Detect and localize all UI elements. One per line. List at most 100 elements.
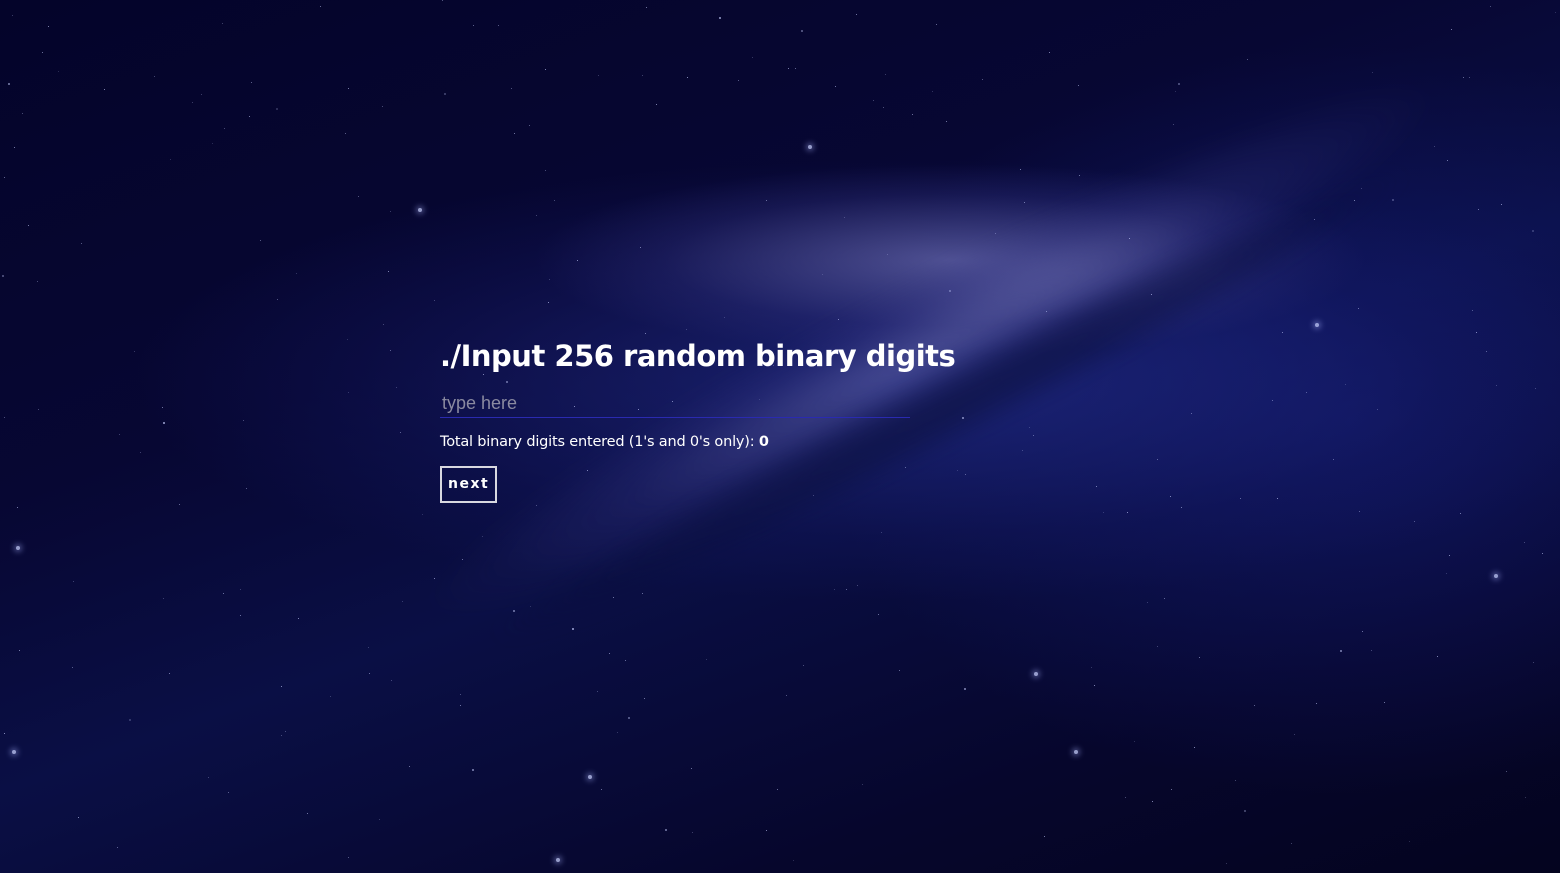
star (1449, 555, 1450, 556)
star (12, 15, 13, 16)
bright-star (1315, 323, 1319, 327)
star (645, 333, 646, 334)
star (1361, 188, 1362, 189)
star (881, 532, 882, 533)
star (946, 121, 947, 122)
star (1472, 310, 1473, 311)
binary-input-panel: ./Input 256 random binary digits Total b… (440, 336, 1140, 503)
star (642, 593, 643, 594)
bright-star (1494, 574, 1498, 578)
star (766, 200, 767, 201)
star (1486, 351, 1487, 352)
star (1525, 797, 1526, 798)
star (644, 698, 645, 699)
star (162, 407, 163, 408)
star (878, 614, 879, 615)
star (856, 14, 857, 15)
star (786, 695, 787, 696)
star (277, 299, 278, 300)
star (1359, 511, 1360, 512)
star (597, 691, 598, 692)
star (14, 147, 15, 148)
star (117, 847, 118, 848)
star (777, 789, 778, 790)
star (873, 100, 874, 101)
star (1354, 200, 1355, 201)
star (1079, 175, 1080, 176)
star (1306, 392, 1307, 393)
star (795, 68, 796, 69)
star (1094, 685, 1095, 686)
star (1164, 598, 1165, 599)
star (1532, 230, 1534, 232)
star (1377, 409, 1378, 410)
star (1294, 734, 1295, 735)
star (1314, 219, 1315, 220)
star (883, 107, 884, 108)
star (1226, 863, 1227, 864)
star (646, 7, 647, 8)
star (1291, 843, 1292, 844)
star (1157, 459, 1158, 460)
star (498, 25, 499, 26)
star (692, 832, 693, 833)
bright-star (1034, 672, 1038, 676)
star (1371, 650, 1372, 651)
star (1414, 521, 1415, 522)
star (949, 290, 951, 292)
star (1362, 631, 1363, 632)
star (1044, 836, 1045, 837)
star (1157, 646, 1158, 647)
next-button[interactable]: next (440, 466, 498, 503)
star (1127, 512, 1128, 513)
star (549, 279, 550, 280)
star (536, 215, 537, 216)
star (163, 422, 165, 424)
digit-counter-label: Total binary digits entered (1's and 0's… (440, 434, 755, 450)
star (81, 243, 82, 244)
star (838, 319, 839, 320)
star (1392, 199, 1394, 201)
star (1463, 77, 1464, 78)
star (347, 339, 348, 340)
star (1277, 498, 1278, 499)
star (1555, 12, 1556, 13)
star (434, 300, 435, 301)
digit-counter: Total binary digits entered (1's and 0's… (440, 434, 1140, 450)
star (1046, 311, 1047, 312)
binary-digits-input[interactable] (440, 392, 910, 417)
star (1451, 29, 1452, 30)
star (1129, 238, 1130, 239)
star (42, 52, 43, 53)
star (462, 559, 463, 560)
star (129, 719, 131, 721)
star (1244, 810, 1246, 812)
star (472, 769, 474, 771)
star (379, 819, 380, 820)
star (383, 324, 384, 325)
star (8, 83, 10, 85)
star (1447, 160, 1448, 161)
star (1247, 59, 1248, 60)
star (28, 225, 29, 226)
star (1151, 294, 1152, 295)
star (224, 128, 225, 129)
star (1078, 85, 1079, 86)
star (369, 673, 370, 674)
star (835, 86, 836, 87)
star (240, 615, 241, 616)
star (1091, 667, 1092, 668)
star (1125, 797, 1126, 798)
star (276, 108, 278, 110)
star (1434, 146, 1435, 147)
star (4, 417, 5, 418)
star (887, 254, 888, 255)
star (169, 673, 170, 674)
star (766, 830, 767, 831)
star (1134, 741, 1135, 742)
star (1384, 702, 1385, 703)
star (529, 125, 530, 126)
bright-star (12, 750, 16, 754)
star (548, 302, 549, 303)
star (1316, 703, 1317, 704)
